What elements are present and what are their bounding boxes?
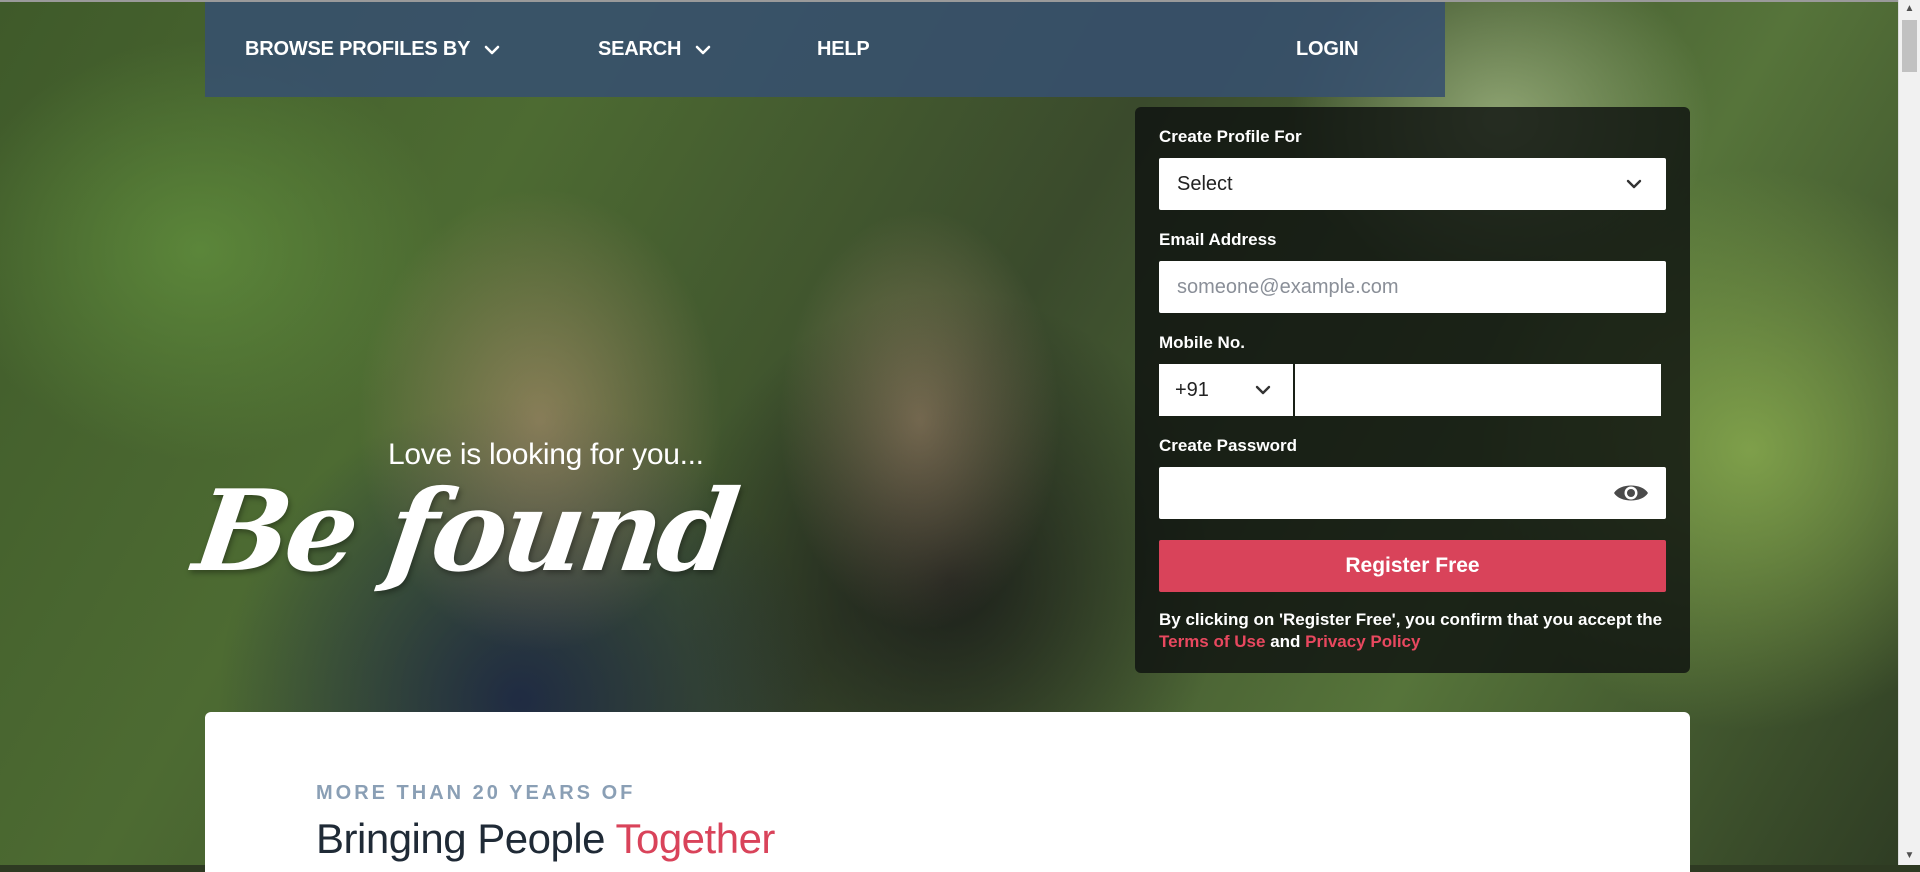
- register-free-button[interactable]: Register Free: [1159, 540, 1666, 592]
- country-code-select[interactable]: +91: [1159, 364, 1293, 416]
- nav-search-label: SEARCH: [598, 38, 682, 60]
- mobile-label: Mobile No.: [1159, 333, 1245, 352]
- chevron-down-icon: [485, 45, 500, 54]
- profile-for-select[interactable]: Select: [1159, 158, 1666, 210]
- section-overline: MORE THAN 20 YEARS OF: [316, 782, 636, 804]
- email-placeholder: someone@example.com: [1177, 276, 1399, 298]
- page-scrollbar[interactable]: ▲ ▼: [1898, 0, 1920, 865]
- password-field[interactable]: [1159, 467, 1666, 519]
- email-field[interactable]: someone@example.com: [1159, 261, 1666, 313]
- disclaimer-text: By clicking on 'Register Free', you conf…: [1159, 610, 1663, 629]
- chevron-down-icon: [1255, 385, 1271, 395]
- top-navbar: BROWSE PROFILES BY SEARCH HELP LOGIN: [205, 2, 1445, 97]
- nav-search[interactable]: SEARCH: [598, 2, 713, 97]
- eye-icon[interactable]: [1612, 480, 1650, 506]
- chevron-down-icon: [1626, 179, 1642, 189]
- nav-browse-profiles[interactable]: BROWSE PROFILES BY: [245, 2, 502, 97]
- nav-help[interactable]: HELP: [817, 2, 870, 97]
- headline-main: Bringing People: [316, 815, 606, 862]
- terms-disclaimer: By clicking on 'Register Free', you conf…: [1159, 609, 1669, 653]
- headline-accent: Together: [615, 815, 775, 862]
- profile-for-label: Create Profile For: [1159, 127, 1302, 146]
- registration-form: Create Profile For Select Email Address …: [1135, 107, 1690, 673]
- scroll-down-arrow-icon[interactable]: ▼: [1899, 847, 1920, 865]
- email-label: Email Address: [1159, 230, 1277, 249]
- disclaimer-and: and: [1270, 632, 1301, 651]
- hero-title: Be found: [186, 466, 743, 597]
- scroll-thumb[interactable]: [1902, 20, 1917, 72]
- chevron-down-icon: [695, 45, 711, 54]
- country-code-value: +91: [1175, 379, 1209, 401]
- intro-section: MORE THAN 20 YEARS OF Bringing People To…: [205, 712, 1690, 872]
- nav-browse-label: BROWSE PROFILES BY: [245, 38, 471, 60]
- section-headline: Bringing People Together: [316, 815, 775, 863]
- nav-login[interactable]: LOGIN: [1296, 2, 1359, 97]
- nav-login-label: LOGIN: [1296, 38, 1359, 60]
- scroll-up-arrow-icon[interactable]: ▲: [1899, 0, 1920, 18]
- privacy-policy-link[interactable]: Privacy Policy: [1305, 632, 1420, 651]
- password-label: Create Password: [1159, 436, 1297, 455]
- profile-for-value: Select: [1177, 173, 1233, 195]
- mobile-number-field[interactable]: [1295, 364, 1661, 416]
- nav-help-label: HELP: [817, 38, 870, 60]
- terms-of-use-link[interactable]: Terms of Use: [1159, 632, 1265, 651]
